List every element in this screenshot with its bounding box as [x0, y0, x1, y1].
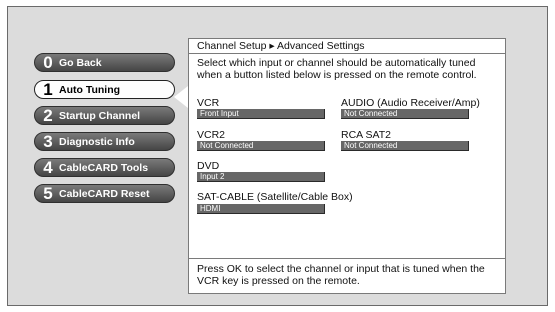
button-number: 5: [43, 184, 53, 203]
button-number: 4: [43, 158, 53, 177]
help-footer-text: Press OK to select the channel or input …: [189, 258, 505, 295]
go-back-button[interactable]: 0 Go Back: [34, 53, 175, 72]
button-label: Diagnostic Info: [59, 135, 135, 148]
rca-sat2-label: RCA SAT2: [341, 129, 391, 141]
button-label: Go Back: [59, 56, 102, 69]
button-label: Auto Tuning: [59, 83, 121, 96]
auto-tuning-button[interactable]: 1 Auto Tuning: [34, 80, 175, 99]
button-number: 1: [43, 80, 53, 99]
dvd-input-select[interactable]: Input 2: [197, 172, 325, 182]
selection-pointer-icon: [174, 86, 188, 108]
advanced-settings-panel: Channel Setup ▸ Advanced Settings Select…: [188, 38, 506, 294]
instructions-text: Select which input or channel should be …: [197, 57, 477, 81]
audio-label: AUDIO (Audio Receiver/Amp): [341, 97, 480, 109]
cablecard-reset-button[interactable]: 5 CableCARD Reset: [34, 184, 175, 203]
cablecard-tools-button[interactable]: 4 CableCARD Tools: [34, 158, 175, 177]
vcr-label: VCR: [197, 97, 220, 109]
sat-cable-input-select[interactable]: HDMI: [197, 204, 325, 214]
button-label: CableCARD Tools: [59, 161, 149, 174]
button-label: Startup Channel: [59, 109, 141, 122]
audio-input-select[interactable]: Not Connected: [341, 109, 469, 119]
button-label: CableCARD Reset: [59, 187, 150, 200]
vcr2-input-select[interactable]: Not Connected: [197, 141, 325, 151]
breadcrumb: Channel Setup ▸ Advanced Settings: [189, 39, 505, 54]
button-number: 0: [43, 53, 53, 72]
diagnostic-info-button[interactable]: 3 Diagnostic Info: [34, 132, 175, 151]
vcr-input-select[interactable]: Front Input: [197, 109, 325, 119]
startup-channel-button[interactable]: 2 Startup Channel: [34, 106, 175, 125]
tv-screen: 0 Go Back 1 Auto Tuning 2 Startup Channe…: [7, 6, 548, 306]
rca-sat2-input-select[interactable]: Not Connected: [341, 141, 469, 151]
vcr2-label: VCR2: [197, 129, 226, 141]
button-number: 3: [43, 132, 53, 151]
button-number: 2: [43, 106, 53, 125]
dvd-label: DVD: [197, 160, 220, 172]
sat-cable-label: SAT-CABLE (Satellite/Cable Box): [197, 191, 353, 203]
